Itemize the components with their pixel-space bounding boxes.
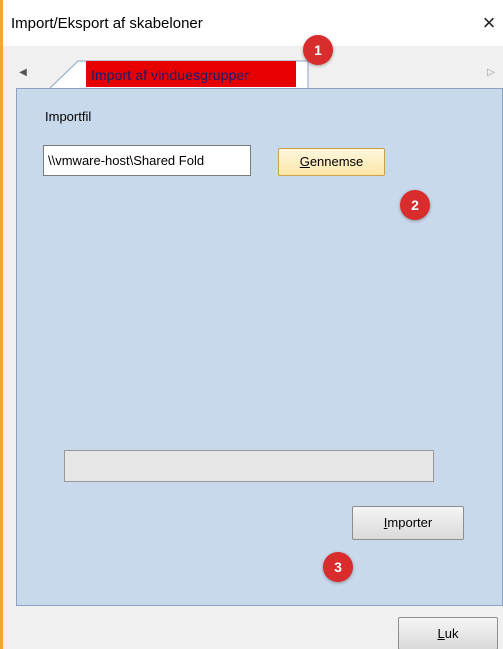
annotation-badge-3: 3	[323, 552, 353, 582]
import-button[interactable]: Importer	[352, 506, 464, 540]
tab-import-window-groups[interactable]: Import af vinduesgrupper	[91, 67, 295, 83]
window-title: Import/Eksport af skabeloner	[11, 15, 203, 32]
tab-strip: ◀ Import af vinduesgrupper ▷	[16, 60, 503, 89]
import-file-label: Importfil	[45, 109, 92, 124]
title-bar: Import/Eksport af skabeloner ×	[3, 0, 503, 46]
close-icon[interactable]: ×	[477, 10, 501, 36]
close-dialog-button[interactable]: Luk	[398, 617, 498, 649]
close-label-mnemonic: L	[437, 626, 445, 641]
import-label-rest: mporter	[387, 515, 433, 530]
browse-label-mnemonic: G	[299, 154, 310, 169]
annotation-badge-1: 1	[303, 35, 333, 65]
dialog-client-area: ◀ Import af vinduesgrupper ▷ Importfil \…	[3, 46, 503, 649]
progress-bar	[64, 450, 434, 482]
import-file-input[interactable]: \\vmware-host\Shared Fold	[43, 145, 251, 176]
browse-label-rest: ennemse	[309, 154, 364, 169]
tab-scroll-right-icon[interactable]: ▷	[484, 66, 498, 80]
annotation-badge-2: 2	[400, 190, 430, 220]
browse-button[interactable]: Gennemse	[278, 148, 385, 176]
close-label-rest: uk	[444, 626, 459, 641]
dialog-window: Import/Eksport af skabeloner × ◀ Import …	[0, 0, 503, 649]
